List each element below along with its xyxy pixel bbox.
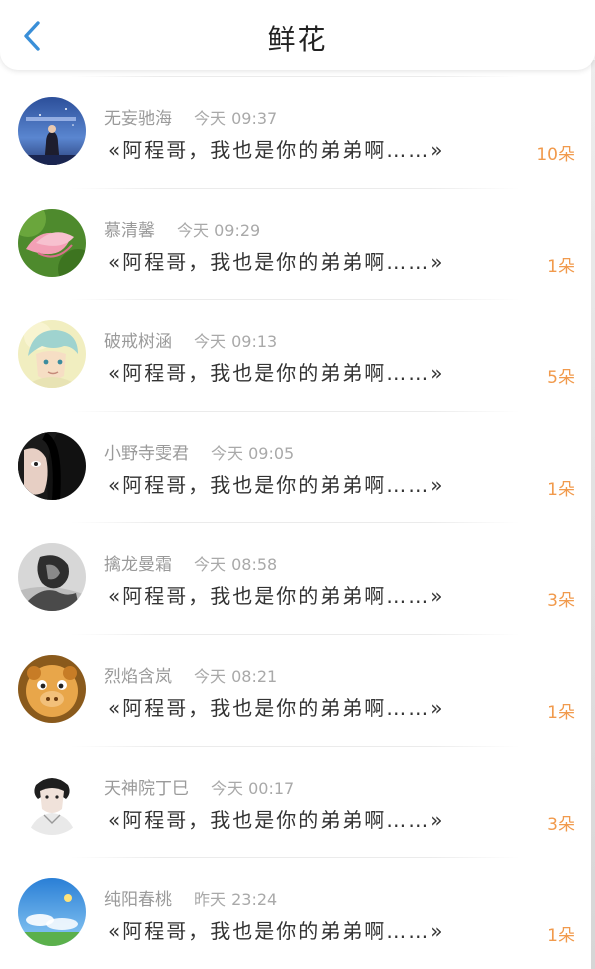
avatar[interactable]: [18, 320, 86, 389]
send-time: 今天 09:13: [194, 332, 278, 352]
row-divider: [70, 857, 520, 859]
gift-message: «阿程哥，我也是你的弟弟啊……»: [108, 807, 445, 832]
sender-meta: 天神院丁巳 今天 00:17: [104, 774, 294, 799]
send-time: 今天 09:29: [177, 220, 261, 240]
avatar-bw-sketch-icon: [18, 543, 86, 612]
send-time: 昨天 23:24: [194, 890, 278, 910]
avatar-cartoon-pig-icon: [18, 654, 86, 723]
sender-meta: 破戒树涵 今天 09:13: [104, 327, 277, 352]
flower-count: 10朵: [536, 145, 575, 165]
row-divider: [70, 76, 520, 77]
scroll-rail: [591, 60, 595, 969]
sender-meta: 烈焰含岚 今天 08:21: [104, 662, 277, 687]
avatar[interactable]: [18, 543, 86, 612]
list-item[interactable]: 无妄驰海 今天 09:37 «阿程哥，我也是你的弟弟啊……» 10朵: [0, 76, 591, 188]
send-time: 今天 09:37: [194, 109, 278, 128]
sender-name[interactable]: 破戒树涵: [104, 332, 172, 352]
avatar-pink-lotus-icon: [18, 208, 86, 277]
sender-meta: 擒龙曼霜 今天 08:58: [104, 550, 277, 575]
sender-name[interactable]: 小野寺雯君: [104, 444, 189, 464]
gift-message: «阿程哥，我也是你的弟弟啊……»: [108, 695, 445, 720]
avatar-anime-boy-icon: [18, 320, 86, 389]
avatar[interactable]: [18, 97, 86, 165]
send-time: 今天 09:05: [211, 443, 295, 463]
sender-meta: 小野寺雯君 今天 09:05: [104, 439, 294, 464]
top-nav-bar: 鲜花: [0, 0, 595, 70]
gift-message: «阿程哥，我也是你的弟弟啊……»: [108, 472, 445, 497]
send-time: 今天 08:58: [194, 555, 278, 575]
row-divider: [70, 633, 520, 635]
avatar[interactable]: [18, 208, 86, 277]
sender-name[interactable]: 纯阳春桃: [104, 890, 172, 910]
avatar-bw-portrait-icon: [18, 766, 86, 835]
avatar-girl-night-sky-icon: [18, 97, 86, 165]
flower-count: 1朵: [547, 702, 575, 723]
sender-name[interactable]: 擒龙曼霜: [104, 555, 172, 575]
flower-count: 3朵: [547, 814, 575, 835]
sender-meta: 无妄驰海 今天 09:37: [104, 104, 277, 129]
sender-name[interactable]: 烈焰含岚: [104, 667, 172, 687]
flower-count: 1朵: [547, 256, 575, 277]
avatar[interactable]: [18, 654, 86, 723]
flower-count: 1朵: [547, 479, 575, 500]
row-divider: [70, 522, 520, 524]
sender-name[interactable]: 慕清馨: [104, 221, 155, 241]
flower-count: 3朵: [547, 591, 575, 612]
list-item[interactable]: 慕清馨 今天 09:29 «阿程哥，我也是你的弟弟啊……» 1朵: [0, 187, 591, 300]
avatar[interactable]: [18, 431, 86, 500]
send-time: 今天 08:21: [194, 666, 278, 686]
list-item[interactable]: 烈焰含岚 今天 08:21 «阿程哥，我也是你的弟弟啊……» 1朵: [0, 633, 591, 746]
avatar[interactable]: [18, 878, 86, 947]
list-item[interactable]: 天神院丁巳 今天 00:17 «阿程哥，我也是你的弟弟啊……» 3朵: [0, 745, 591, 858]
send-time: 今天 00:17: [211, 778, 295, 798]
row-divider: [70, 187, 520, 189]
gift-message: «阿程哥，我也是你的弟弟啊……»: [108, 919, 445, 944]
gift-message: «阿程哥，我也是你的弟弟啊……»: [108, 584, 445, 609]
flower-count: 5朵: [547, 368, 575, 389]
avatar[interactable]: [18, 766, 86, 835]
sender-meta: 慕清馨 今天 09:29: [104, 216, 260, 241]
flower-count: 1朵: [547, 926, 575, 947]
row-divider: [70, 745, 520, 747]
gift-message: «阿程哥，我也是你的弟弟啊……»: [108, 249, 445, 274]
list-item[interactable]: 擒龙曼霜 今天 08:58 «阿程哥，我也是你的弟弟啊……» 3朵: [0, 522, 591, 634]
gift-message: «阿程哥，我也是你的弟弟啊……»: [108, 138, 445, 162]
avatar-blue-sky-icon: [18, 878, 86, 947]
list-item[interactable]: 破戒树涵 今天 09:13 «阿程哥，我也是你的弟弟啊……» 5朵: [0, 299, 591, 411]
avatar-dark-hair-face-icon: [18, 431, 86, 500]
row-divider: [70, 410, 520, 412]
sender-name[interactable]: 无妄驰海: [104, 109, 172, 129]
page-title: 鲜花: [267, 23, 328, 56]
row-divider: [70, 299, 520, 301]
list-item[interactable]: 纯阳春桃 昨天 23:24 «阿程哥，我也是你的弟弟啊……» 1朵: [0, 857, 591, 969]
sender-name[interactable]: 天神院丁巳: [104, 779, 189, 799]
gift-message: «阿程哥，我也是你的弟弟啊……»: [108, 361, 445, 386]
sender-meta: 纯阳春桃 昨天 23:24: [104, 885, 277, 910]
flower-gift-list: 无妄驰海 今天 09:37 «阿程哥，我也是你的弟弟啊……» 10朵 慕清馨 今天 …: [0, 76, 591, 969]
list-item[interactable]: 小野寺雯君 今天 09:05 «阿程哥，我也是你的弟弟啊……» 1朵: [0, 410, 591, 523]
